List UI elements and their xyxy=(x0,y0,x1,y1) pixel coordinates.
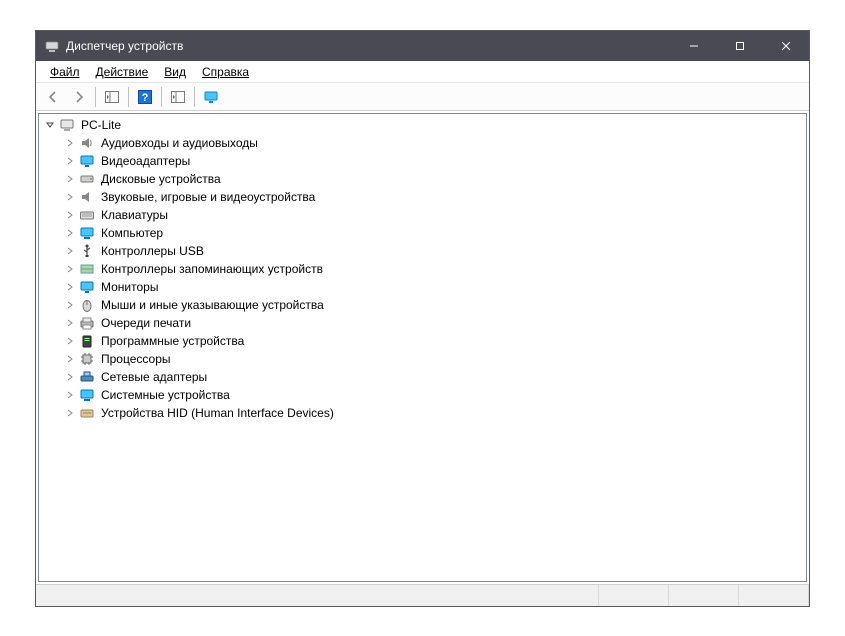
tree-category-label: Контроллеры USB xyxy=(99,243,206,259)
tree-category-node[interactable]: Очереди печати xyxy=(63,314,806,332)
tree-category-label: Контроллеры запоминающих устройств xyxy=(99,261,325,277)
toolbar-separator xyxy=(128,87,129,107)
usb-icon xyxy=(79,243,95,259)
chevron-right-icon[interactable] xyxy=(63,226,77,240)
storage-icon xyxy=(79,261,95,277)
tree-category-node[interactable]: Мониторы xyxy=(63,278,806,296)
tree-root-label: PC-Lite xyxy=(79,117,123,133)
sound-icon xyxy=(79,189,95,205)
tree-category-node[interactable]: Сетевые адаптеры xyxy=(63,368,806,386)
monitor-button[interactable] xyxy=(199,85,223,109)
tree-category-label: Дисковые устройства xyxy=(99,171,223,187)
chevron-right-icon[interactable] xyxy=(63,352,77,366)
menu-view[interactable]: Вид xyxy=(156,63,194,81)
status-pane xyxy=(739,585,809,606)
chevron-right-icon[interactable] xyxy=(63,190,77,204)
device-manager-window: Диспетчер устройств Файл Действие Вид Сп… xyxy=(35,30,810,607)
toolbar-separator xyxy=(95,87,96,107)
keyboard-icon xyxy=(79,207,95,223)
computer-icon xyxy=(79,225,95,241)
minimize-button[interactable] xyxy=(671,31,717,61)
tree-category-label: Видеоадаптеры xyxy=(99,153,192,169)
tree-category-label: Мыши и иные указывающие устройства xyxy=(99,297,326,313)
tree-category-label: Системные устройства xyxy=(99,387,232,403)
toolbar-separator xyxy=(161,87,162,107)
tree-category-label: Компьютер xyxy=(99,225,165,241)
computer-icon xyxy=(59,117,75,133)
status-pane xyxy=(599,585,669,606)
back-button[interactable] xyxy=(41,85,65,109)
tree-category-node[interactable]: Устройства HID (Human Interface Devices) xyxy=(63,404,806,422)
window-title: Диспетчер устройств xyxy=(66,39,671,53)
chevron-right-icon[interactable] xyxy=(63,208,77,222)
tree-category-label: Клавиатуры xyxy=(99,207,170,223)
network-icon xyxy=(79,369,95,385)
tree-category-label: Процессоры xyxy=(99,351,173,367)
menu-help[interactable]: Справка xyxy=(194,63,257,81)
tree-category-node[interactable]: Программные устройства xyxy=(63,332,806,350)
device-tree[interactable]: PC-Lite Аудиовходы и аудиовыходы Видеоада… xyxy=(38,113,807,582)
window-controls xyxy=(671,31,809,61)
toolbar-separator xyxy=(194,87,195,107)
chevron-down-icon[interactable] xyxy=(43,118,57,132)
help-button[interactable]: ? xyxy=(133,85,157,109)
disk-icon xyxy=(79,171,95,187)
tree-category-label: Сетевые адаптеры xyxy=(99,369,209,385)
toolbar: ? xyxy=(36,83,809,111)
printer-icon xyxy=(79,315,95,331)
software-icon xyxy=(79,333,95,349)
hid-icon xyxy=(79,405,95,421)
tree-category-node[interactable]: Контроллеры запоминающих устройств xyxy=(63,260,806,278)
tree-category-label: Мониторы xyxy=(99,279,160,295)
tree-category-label: Устройства HID (Human Interface Devices) xyxy=(99,405,336,421)
maximize-button[interactable] xyxy=(717,31,763,61)
chevron-right-icon[interactable] xyxy=(63,172,77,186)
tree-category-node[interactable]: Дисковые устройства xyxy=(63,170,806,188)
forward-button[interactable] xyxy=(67,85,91,109)
tree-category-node[interactable]: Компьютер xyxy=(63,224,806,242)
chevron-right-icon[interactable] xyxy=(63,388,77,402)
chevron-right-icon[interactable] xyxy=(63,244,77,258)
system-icon xyxy=(79,387,95,403)
chevron-right-icon[interactable] xyxy=(63,406,77,420)
chevron-right-icon[interactable] xyxy=(63,262,77,276)
menu-action[interactable]: Действие xyxy=(88,63,157,81)
display-icon xyxy=(79,153,95,169)
app-icon xyxy=(44,38,60,54)
chevron-right-icon[interactable] xyxy=(63,298,77,312)
tree-category-node[interactable]: Системные устройства xyxy=(63,386,806,404)
status-pane xyxy=(669,585,739,606)
tree-category-node[interactable]: Процессоры xyxy=(63,350,806,368)
tree-category-label: Звуковые, игровые и видеоустройства xyxy=(99,189,317,205)
tree-category-node[interactable]: Видеоадаптеры xyxy=(63,152,806,170)
audio-icon xyxy=(79,135,95,151)
mouse-icon xyxy=(79,297,95,313)
svg-text:?: ? xyxy=(142,92,149,104)
status-pane xyxy=(36,585,599,606)
chevron-right-icon[interactable] xyxy=(63,370,77,384)
monitor-icon xyxy=(79,279,95,295)
menu-file[interactable]: Файл xyxy=(42,63,88,81)
show-hide-tree-button[interactable] xyxy=(100,85,124,109)
tree-category-node[interactable]: Мыши и иные указывающие устройства xyxy=(63,296,806,314)
tree-category-label: Очереди печати xyxy=(99,315,193,331)
statusbar xyxy=(36,584,809,606)
titlebar[interactable]: Диспетчер устройств xyxy=(36,31,809,61)
tree-category-node[interactable]: Контроллеры USB xyxy=(63,242,806,260)
close-button[interactable] xyxy=(763,31,809,61)
chevron-right-icon[interactable] xyxy=(63,334,77,348)
menubar: Файл Действие Вид Справка xyxy=(36,61,809,83)
chevron-right-icon[interactable] xyxy=(63,154,77,168)
tree-category-label: Программные устройства xyxy=(99,333,246,349)
cpu-icon xyxy=(79,351,95,367)
tree-category-node[interactable]: Аудиовходы и аудиовыходы xyxy=(63,134,806,152)
chevron-right-icon[interactable] xyxy=(63,316,77,330)
tree-root-node[interactable]: PC-Lite xyxy=(43,116,806,134)
scan-hardware-button[interactable] xyxy=(166,85,190,109)
tree-category-label: Аудиовходы и аудиовыходы xyxy=(99,135,260,151)
chevron-right-icon[interactable] xyxy=(63,280,77,294)
tree-category-node[interactable]: Звуковые, игровые и видеоустройства xyxy=(63,188,806,206)
tree-category-node[interactable]: Клавиатуры xyxy=(63,206,806,224)
chevron-right-icon[interactable] xyxy=(63,136,77,150)
